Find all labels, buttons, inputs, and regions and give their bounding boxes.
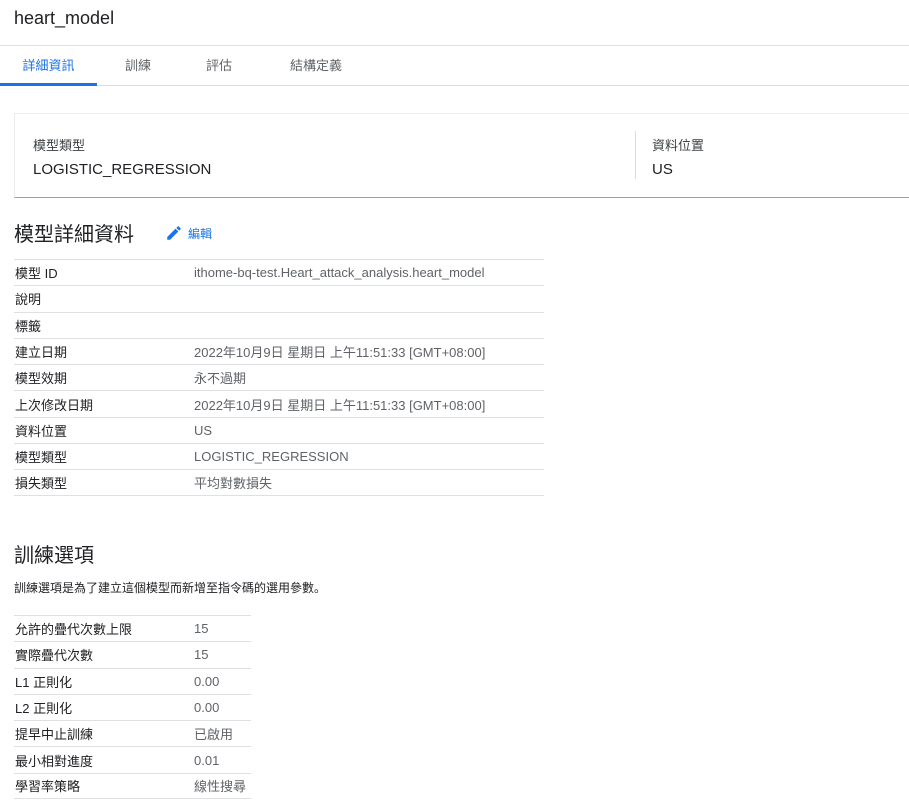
- row-key: 學習率策略: [15, 779, 81, 795]
- row-key: 模型效期: [15, 371, 68, 387]
- row-key: 提早中止訓練: [15, 727, 94, 743]
- table-row: 資料位置 US: [14, 416, 544, 443]
- table-row: 實際疊代次數 15: [14, 641, 251, 667]
- table-row: 建立日期 2022年10月9日 星期日 上午11:51:33 [GMT+08:0…: [14, 337, 544, 364]
- summary-card: 模型類型 LOGISTIC_REGRESSION 資料位置 US: [14, 113, 909, 198]
- row-value: 15: [194, 621, 209, 637]
- table-row: 允許的疊代次數上限 15: [14, 615, 251, 641]
- table-row: 標籤: [14, 311, 544, 338]
- table-row: L1 正則化 0.00: [14, 667, 251, 694]
- model-details-table: 模型 ID ithome-bq-test.Heart_attack_analys…: [14, 259, 544, 496]
- row-value: 線性搜尋: [194, 779, 247, 795]
- row-key: 允許的疊代次數上限: [15, 622, 133, 638]
- data-location-value: US: [652, 161, 673, 178]
- row-key: 建立日期: [15, 345, 68, 361]
- table-row: 模型類型 LOGISTIC_REGRESSION: [14, 443, 544, 469]
- row-key: 模型類型: [15, 450, 68, 466]
- row-key: 上次修改日期: [15, 397, 94, 413]
- row-key: 損失類型: [15, 476, 68, 492]
- row-value: 15: [194, 647, 209, 663]
- model-details-heading: 模型詳細資料: [14, 222, 134, 246]
- table-row: 說明: [14, 285, 544, 311]
- row-key: 實際疊代次數: [15, 648, 94, 664]
- tab-training[interactable]: 訓練: [112, 46, 164, 85]
- row-value: 0.01: [194, 752, 220, 768]
- tab-schema[interactable]: 結構定義: [275, 46, 357, 85]
- training-options-description: 訓練選項是為了建立這個模型而新增至指令碼的選用參數。: [14, 581, 327, 595]
- row-value: 已啟用: [194, 727, 234, 743]
- row-value: 2022年10月9日 星期日 上午11:51:33 [GMT+08:00]: [194, 397, 486, 413]
- pencil-icon: [167, 226, 181, 240]
- page-title: heart_model: [14, 8, 115, 28]
- table-row: 損失類型 平均對數損失: [14, 469, 544, 496]
- row-value: 2022年10月9日 星期日 上午11:51:33 [GMT+08:00]: [194, 345, 486, 361]
- table-row: 學習率策略 線性搜尋: [14, 772, 251, 800]
- model-details-page: heart_model 詳細資訊 訓練 評估 結構定義 模型類型 LOGISTI…: [0, 0, 909, 807]
- table-row: 模型效期 永不過期: [14, 364, 544, 390]
- row-value: 0.00: [194, 700, 220, 716]
- row-key: L2 正則化: [15, 701, 73, 717]
- row-value: US: [194, 422, 213, 438]
- table-row: 最小相對進度 0.01: [14, 746, 251, 772]
- training-options-heading: 訓練選項: [14, 543, 94, 567]
- training-options-table: 允許的疊代次數上限 15 實際疊代次數 15 L1 正則化 0.00 L2 正則…: [14, 615, 251, 800]
- edit-label: 編輯: [188, 226, 213, 241]
- tab-evaluation[interactable]: 評估: [193, 46, 245, 85]
- table-row: 上次修改日期 2022年10月9日 星期日 上午11:51:33 [GMT+08…: [14, 390, 544, 416]
- row-value: 平均對數損失: [194, 476, 273, 492]
- edit-button[interactable]: 編輯: [165, 222, 212, 244]
- row-key: 模型 ID: [15, 266, 58, 282]
- table-row: 模型 ID ithome-bq-test.Heart_attack_analys…: [14, 259, 544, 285]
- table-row: L2 正則化 0.00: [14, 693, 251, 720]
- row-key: L1 正則化: [15, 674, 73, 690]
- row-key: 說明: [15, 292, 42, 308]
- row-key: 資料位置: [15, 423, 68, 439]
- row-value: ithome-bq-test.Heart_attack_analysis.hea…: [194, 265, 485, 281]
- row-key: 標籤: [15, 318, 42, 334]
- summary-divider: [635, 131, 636, 179]
- tab-details[interactable]: 詳細資訊: [0, 46, 97, 86]
- model-type-value: LOGISTIC_REGRESSION: [33, 161, 212, 178]
- row-key: 最小相對進度: [15, 753, 94, 769]
- tab-bar: 詳細資訊 訓練 評估 結構定義: [0, 45, 909, 86]
- data-location-label: 資料位置: [652, 138, 705, 153]
- row-value: 永不過期: [194, 371, 247, 387]
- model-type-label: 模型類型: [33, 138, 86, 153]
- row-value: LOGISTIC_REGRESSION: [194, 449, 349, 465]
- table-row: 提早中止訓練 已啟用: [14, 720, 251, 746]
- row-value: 0.00: [194, 673, 220, 689]
